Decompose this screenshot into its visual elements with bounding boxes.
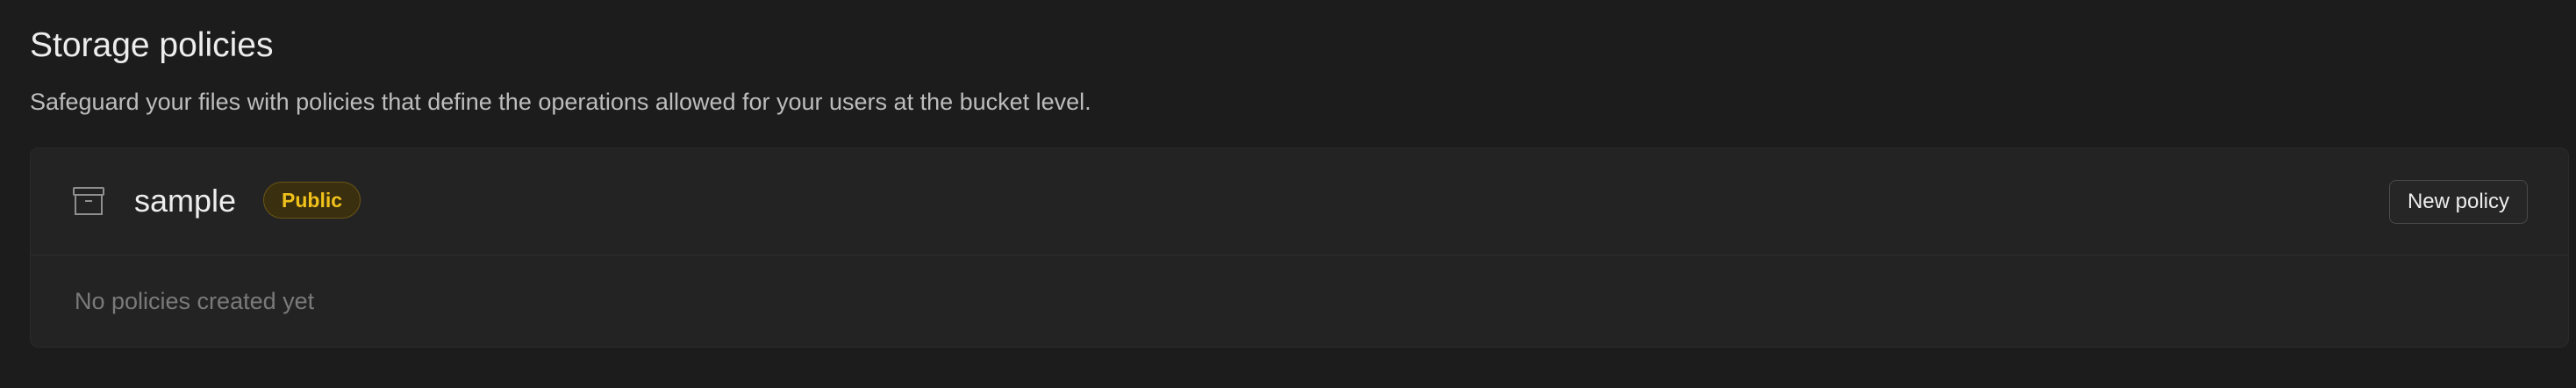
bucket-card-header: sample Public New policy xyxy=(31,148,2568,255)
archive-box-icon xyxy=(73,187,104,215)
new-policy-button[interactable]: New policy xyxy=(2388,180,2528,224)
page-description: Safeguard your files with policies that … xyxy=(30,89,1091,115)
storage-policies-page: Storage policies Safeguard your files wi… xyxy=(0,0,2576,388)
bucket-name: sample xyxy=(134,183,237,219)
empty-policies-message: No policies created yet xyxy=(75,288,315,314)
bucket-card: sample Public New policy No policies cre… xyxy=(30,147,2569,348)
page-title: Storage policies xyxy=(30,26,274,64)
visibility-badge: Public xyxy=(263,182,361,219)
